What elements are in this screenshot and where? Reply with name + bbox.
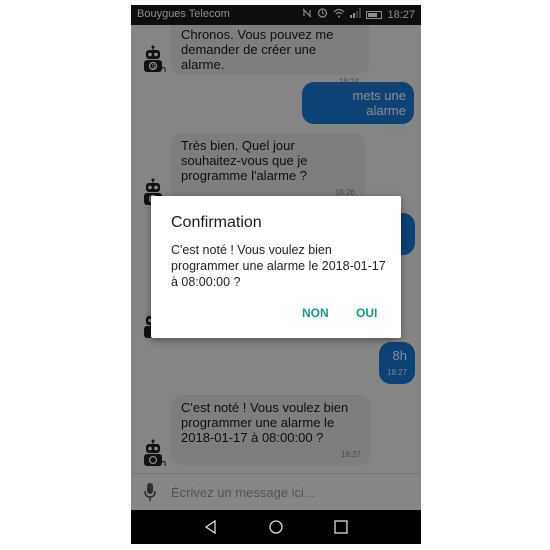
navigation-bar: [131, 510, 421, 544]
dialog-scrim[interactable]: Confirmation C'est noté ! Vous voulez bi…: [131, 5, 421, 510]
recents-icon[interactable]: [333, 519, 349, 535]
dialog-title: Confirmation: [171, 214, 262, 231]
dialog-message: C'est noté ! Vous voulez bien programmer…: [171, 243, 386, 289]
confirmation-dialog: Confirmation C'est noté ! Vous voulez bi…: [151, 196, 401, 338]
back-icon[interactable]: [203, 519, 219, 535]
non-button[interactable]: NON: [302, 306, 329, 320]
phone-screen: Bouygues Telecom 18:27 Chronos. Vous pou…: [131, 5, 421, 544]
oui-button[interactable]: OUI: [356, 306, 377, 320]
home-icon[interactable]: [268, 519, 284, 535]
